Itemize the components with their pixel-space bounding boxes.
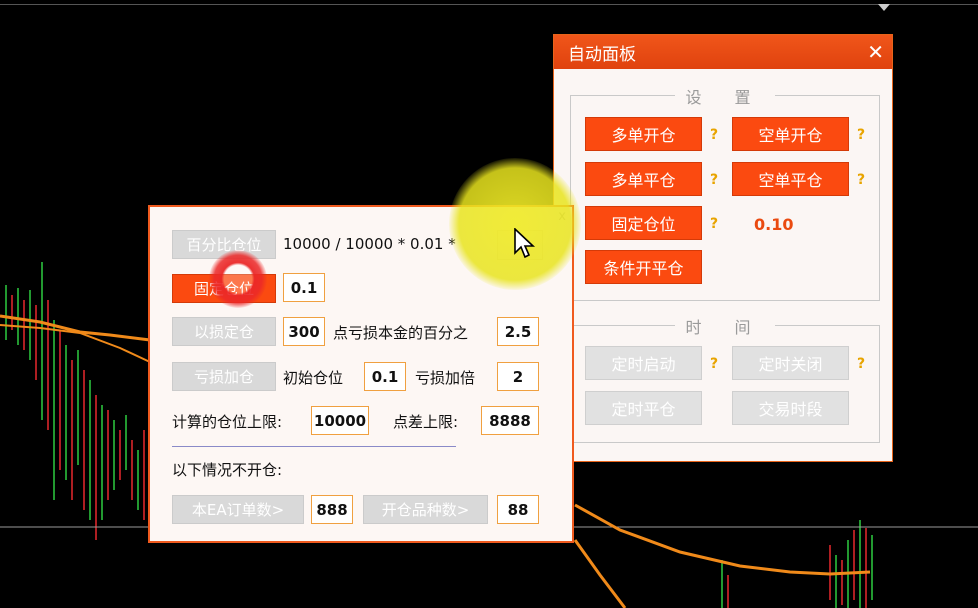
trading-session-button[interactable]: 交易时段: [732, 391, 849, 425]
help-icon[interactable]: ?: [857, 127, 865, 143]
settings-group-title: 设 置: [675, 88, 775, 107]
close-icon[interactable]: ✕: [867, 42, 884, 62]
close-icon[interactable]: x: [558, 209, 566, 224]
time-group-title: 时 间: [675, 318, 775, 337]
chart-scroll-arrow-icon[interactable]: [878, 4, 890, 11]
initial-position-input[interactable]: 0.1: [364, 362, 406, 391]
auto-panel-title: 自动面板: [568, 44, 636, 65]
stoploss-percent-input[interactable]: 2.5: [497, 317, 539, 346]
timed-start-button[interactable]: 定时启动: [585, 346, 702, 380]
percent-position-button[interactable]: 百分比仓位: [172, 230, 276, 259]
multi-close-button[interactable]: 多单平仓: [585, 162, 702, 196]
multi-open-button[interactable]: 多单开仓: [585, 117, 702, 151]
fixed-position-value: 0.10: [754, 215, 794, 234]
stoploss-text: 点亏损本金的百分之: [333, 324, 469, 342]
short-close-button[interactable]: 空单平仓: [732, 162, 849, 196]
calc-limit-input[interactable]: 10000: [311, 406, 369, 435]
fixed-position-input[interactable]: 0.1: [283, 273, 325, 302]
position-panel: x 百分比仓位 10000 / 10000 * 0.01 * 1 固定仓位 0.…: [148, 205, 574, 543]
help-icon[interactable]: ?: [710, 216, 718, 232]
help-icon[interactable]: ?: [710, 172, 718, 188]
moving-average-line-4: [573, 539, 627, 608]
short-open-button[interactable]: 空单开仓: [732, 117, 849, 151]
help-icon[interactable]: ?: [710, 356, 718, 372]
ea-orders-input[interactable]: 888: [311, 495, 353, 524]
time-group: 时 间: [570, 318, 880, 443]
no-open-label: 以下情况不开仓:: [172, 461, 283, 479]
help-icon[interactable]: ?: [710, 127, 718, 143]
auto-panel-titlebar[interactable]: 自动面板 ✕: [554, 35, 892, 69]
loss-multiplier-input[interactable]: 2: [497, 362, 539, 391]
percent-input[interactable]: 1: [497, 230, 543, 260]
help-icon[interactable]: ?: [857, 172, 865, 188]
percent-formula: 10000 / 10000 * 0.01 *: [283, 235, 456, 253]
loss-multiplier-label: 亏损加倍: [415, 369, 476, 387]
spread-limit-input[interactable]: 8888: [481, 406, 539, 435]
fixed-position-button[interactable]: 固定仓位: [585, 206, 702, 240]
spread-limit-label: 点差上限:: [393, 413, 459, 431]
calc-limit-label: 计算的仓位上限:: [172, 413, 283, 431]
chart-top-border: [0, 4, 978, 5]
fixed-position-button[interactable]: 固定仓位: [172, 274, 276, 303]
timed-stop-button[interactable]: 定时关闭: [732, 346, 849, 380]
loss-add-position-button[interactable]: 亏损加仓: [172, 362, 276, 391]
symbol-count-button[interactable]: 开仓品种数>: [363, 495, 488, 524]
symbol-count-input[interactable]: 88: [497, 495, 539, 524]
timed-close-button[interactable]: 定时平仓: [585, 391, 702, 425]
stoploss-points-input[interactable]: 300: [283, 317, 325, 346]
stoploss-position-button[interactable]: 以损定仓: [172, 317, 276, 346]
panel-divider: [172, 446, 456, 447]
conditional-open-close-button[interactable]: 条件开平仓: [585, 250, 702, 284]
initial-position-label: 初始仓位: [283, 369, 344, 387]
auto-panel: 自动面板 ✕ 设 置 多单开仓 ? 空单开仓 ? 多单平仓 ? 空单平仓 ? 固…: [553, 34, 893, 462]
ea-orders-button[interactable]: 本EA订单数>: [172, 495, 304, 524]
help-icon[interactable]: ?: [857, 356, 865, 372]
